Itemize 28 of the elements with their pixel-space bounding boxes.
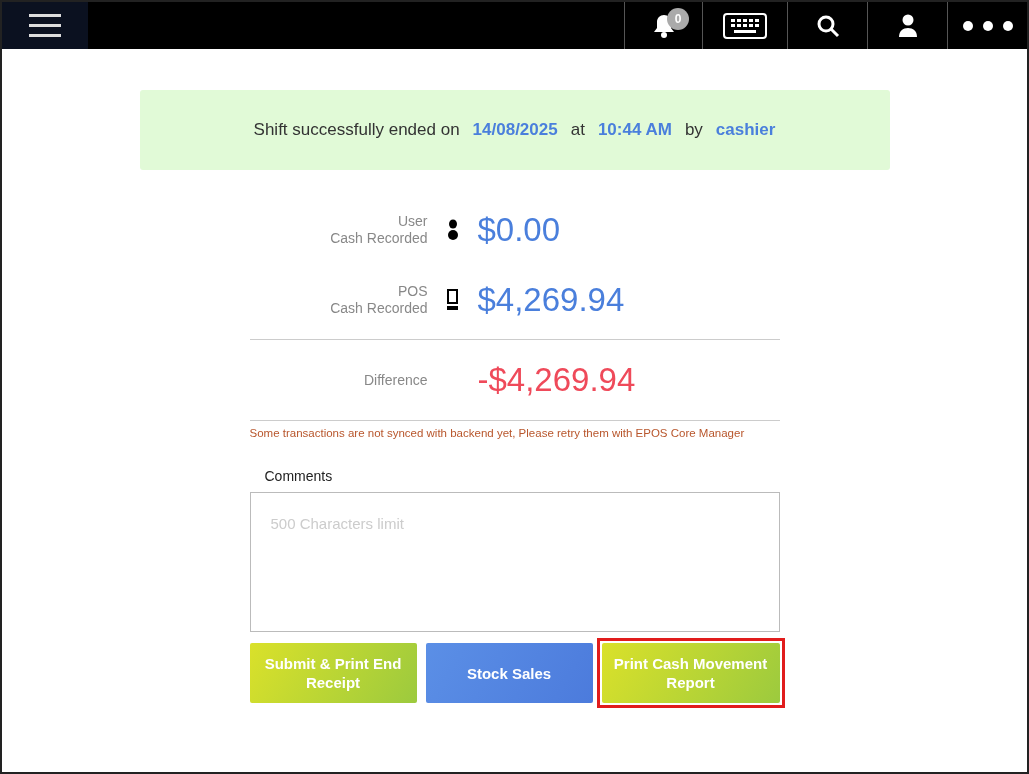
notification-badge: 0 [667, 8, 689, 30]
banner-value: cashier [715, 119, 776, 142]
banner-text: Shift successfully ended on [253, 119, 460, 142]
banner-text: by [684, 119, 703, 142]
search-icon [815, 13, 840, 38]
total-label: Cash Recorded [329, 300, 428, 317]
total-amount: $4,269.94 [477, 280, 625, 321]
total-amount: $0.00 [477, 210, 561, 251]
total-label: User [396, 213, 428, 230]
menu-icon [29, 12, 61, 39]
action-button[interactable]: Print Cash Movement Report [601, 643, 780, 704]
total-label: POS [396, 283, 428, 300]
menu-button[interactable] [2, 2, 88, 49]
terminal-icon [447, 289, 458, 311]
total-label: Cash Recorded [329, 230, 428, 247]
more-icon [961, 19, 1014, 32]
difference-label: Difference [362, 371, 428, 389]
keyboard-icon [723, 12, 767, 39]
user-icon [897, 13, 918, 38]
difference-amount: -$4,269.94 [477, 360, 636, 401]
action-button[interactable]: Stock Sales [425, 643, 593, 704]
action-button[interactable]: Submit & Print End Receipt [249, 643, 417, 704]
person-icon [447, 219, 458, 241]
banner-value: 10:44 AM [597, 119, 672, 142]
banner-value: 14/08/2025 [472, 119, 558, 142]
banner-text: at [570, 119, 585, 142]
comments-label: Comments [264, 467, 334, 487]
sync-warning: Some transactions are not synced with backend yet, Please retry them with EPOS Core Manager [249, 426, 746, 441]
